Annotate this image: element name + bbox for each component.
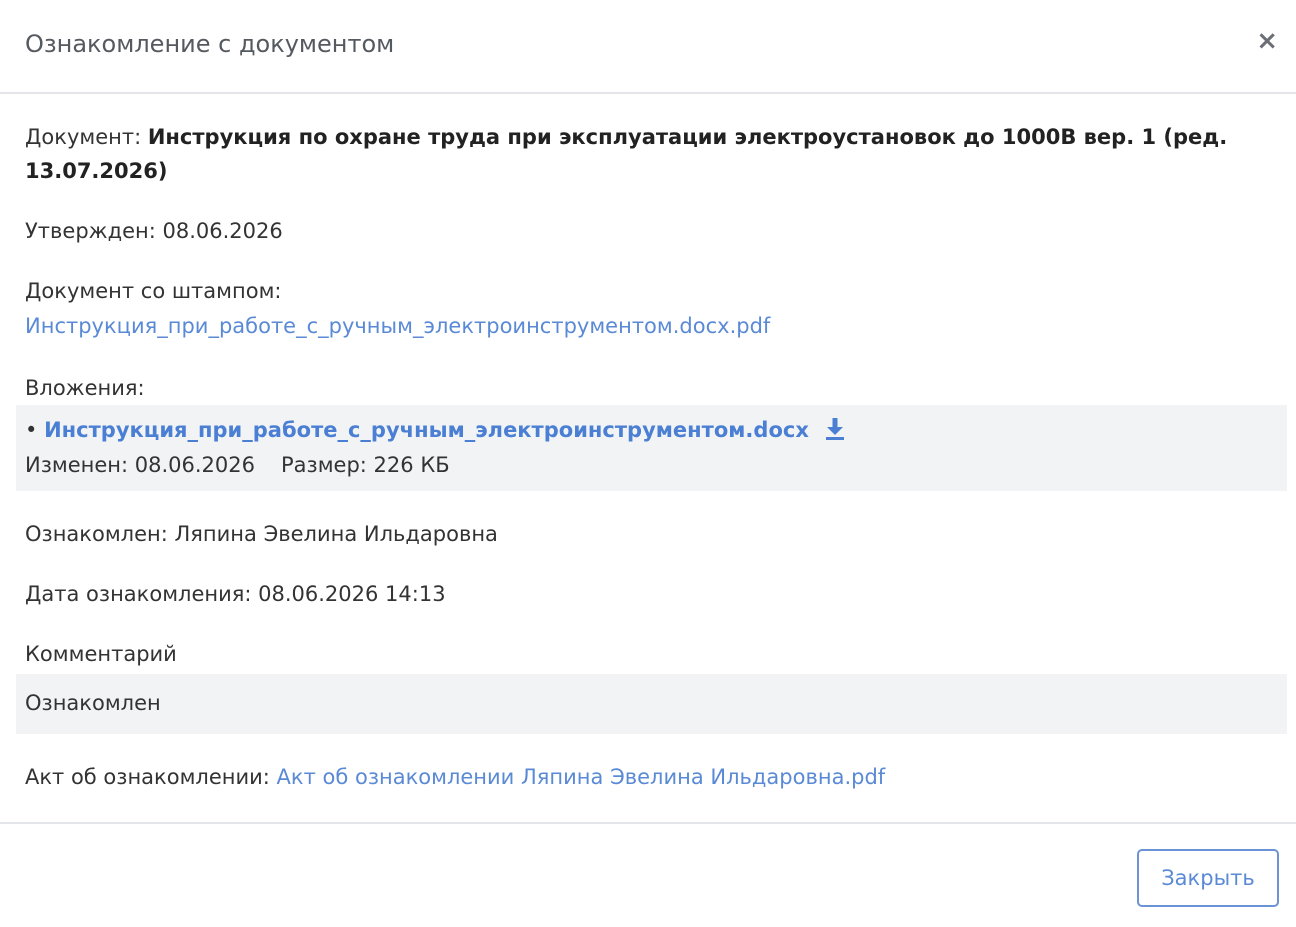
comment-text: Ознакомлен <box>25 691 161 715</box>
stamped-document-link-row: Инструкция_при_работе_с_ручным_электроин… <box>25 309 770 343</box>
acquaintance-dialog: Ознакомление с документом × Документ: Ин… <box>0 0 1296 927</box>
dialog-title: Ознакомление с документом <box>25 30 395 58</box>
attachment-item: • Инструкция_при_работе_с_ручным_электро… <box>16 405 1287 491</box>
acquainted-person: Ознакомлен: Ляпина Эвелина Ильдаровна <box>25 522 498 546</box>
dialog-header: Ознакомление с документом × <box>0 0 1296 94</box>
attachment-link[interactable]: Инструкция_при_работе_с_ручным_электроин… <box>44 418 809 442</box>
close-icon[interactable]: × <box>1256 26 1278 56</box>
attachments-label: Вложения: <box>25 376 145 400</box>
document-label: Документ: <box>25 125 148 149</box>
acquaint-date: Дата ознакомления: 08.06.2026 14:13 <box>25 582 446 606</box>
comment-label: Комментарий <box>25 642 177 666</box>
act-label: Акт об ознакомлении: <box>25 765 277 789</box>
attachment-bullet: • <box>25 418 38 442</box>
attachment-row: • Инструкция_при_работе_с_ручным_электро… <box>25 413 844 447</box>
attachment-modified: Изменен: 08.06.2026 <box>25 453 256 477</box>
act-link[interactable]: Акт об ознакомлении Ляпина Эвелина Ильда… <box>277 765 886 789</box>
document-name: Инструкция по охране труда при эксплуата… <box>25 125 1228 183</box>
close-button[interactable]: Закрыть <box>1137 849 1279 907</box>
document-info: Документ: Инструкция по охране труда при… <box>25 120 1265 188</box>
download-icon[interactable] <box>825 416 844 440</box>
comment-box: Ознакомлен <box>16 674 1287 734</box>
attachment-meta: Изменен: 08.06.2026 Размер: 226 КБ <box>25 448 450 482</box>
act-row: Акт об ознакомлении: Акт об ознакомлении… <box>25 760 885 794</box>
stamped-document-link[interactable]: Инструкция_при_работе_с_ручным_электроин… <box>25 314 770 338</box>
attachment-size: Размер: 226 КБ <box>281 453 450 477</box>
stamped-document-label: Документ со штампом: <box>25 279 282 303</box>
footer-divider <box>0 822 1296 824</box>
approved-date: Утвержден: 08.06.2026 <box>25 219 283 243</box>
